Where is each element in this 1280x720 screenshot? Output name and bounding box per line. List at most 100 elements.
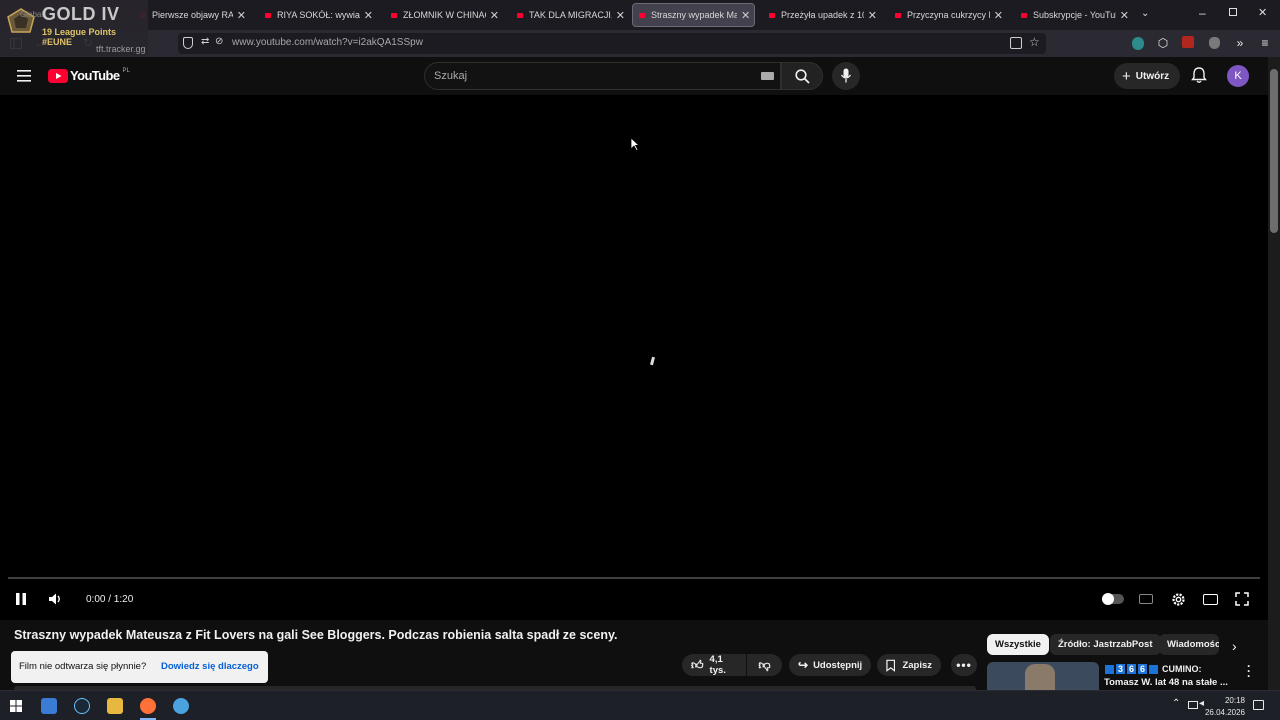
close-tab-icon[interactable]: ✕ <box>490 9 499 22</box>
close-tab-icon[interactable]: ✕ <box>237 9 246 22</box>
keyboard-icon[interactable] <box>761 72 774 80</box>
thumbnail-person <box>1025 664 1055 690</box>
rank-overlay-widget: Global GOLD IV 19 League Points #EUNE tf… <box>0 0 148 56</box>
browser-tab[interactable]: Pierwsze objawy RAKA P ✕ <box>134 3 246 27</box>
browser-tab-strip: Pierwsze objawy RAKA P ✕ RIYA SOKÓŁ: wyw… <box>0 0 1280 30</box>
task-view-icon[interactable] <box>41 698 57 714</box>
browser-tab-active[interactable]: Straszny wypadek Mate ✕ <box>632 3 755 27</box>
chip-news[interactable]: Wiadomości <box>1159 634 1219 655</box>
tab-label: RIYA SOKÓŁ: wywiad, pie <box>277 10 360 20</box>
close-tab-icon[interactable]: ✕ <box>1120 9 1129 22</box>
clock-date[interactable]: 26.04.2026 <box>1198 708 1245 717</box>
tab-label: Pierwsze objawy RAKA P <box>152 10 233 20</box>
volume-button[interactable] <box>46 591 64 607</box>
bookmark-icon <box>886 659 896 672</box>
settings-button[interactable] <box>1169 591 1187 607</box>
recommendation-thumbnail[interactable] <box>987 662 1099 690</box>
thumbs-up-icon: 👍︎ <box>691 657 704 672</box>
video-player[interactable]: 0:00 / 1:20 <box>0 95 1268 620</box>
recommendation-title-prefix: CUMINO: <box>1162 664 1202 674</box>
chips-next-chevron-icon[interactable]: › <box>1232 638 1237 654</box>
theater-mode-button[interactable] <box>1201 591 1219 607</box>
extension-shield-icon[interactable] <box>1132 37 1144 50</box>
search-button[interactable] <box>781 62 823 90</box>
tab-list-chevron-icon[interactable]: ⌄ <box>1141 8 1149 19</box>
save-label: Zapisz <box>902 659 932 671</box>
subtitles-icon <box>1139 594 1153 604</box>
share-button[interactable]: ↪ Udostępnij <box>789 654 871 676</box>
subtitles-button[interactable] <box>1137 591 1155 607</box>
notifications-bell-icon[interactable] <box>1191 67 1207 84</box>
network-icon[interactable] <box>1188 701 1198 709</box>
recommendation-title-line1[interactable]: 3 6 6 CUMINO: <box>1105 664 1202 674</box>
browser-tab[interactable]: Przyczyna cukrzycy NR1. ✕ <box>889 3 1003 27</box>
create-button[interactable]: + Utwórz <box>1114 63 1180 89</box>
page-scrollbar[interactable] <box>1268 57 1280 690</box>
app-icon[interactable] <box>173 698 189 714</box>
extension-privacy-icon[interactable] <box>1209 37 1220 49</box>
close-tab-icon[interactable]: ✕ <box>741 9 750 22</box>
like-button[interactable]: 👍︎ 4,1 tys. <box>682 654 746 676</box>
youtube-favicon-icon <box>1021 12 1027 18</box>
fullscreen-button[interactable] <box>1233 591 1251 607</box>
overflow-chevrons-icon[interactable]: » <box>1232 35 1248 51</box>
account-avatar[interactable]: K <box>1227 65 1249 87</box>
badge-minus-icon <box>1149 664 1159 674</box>
youtube-logo[interactable]: YouTube PL <box>48 68 130 83</box>
guide-menu-icon[interactable] <box>17 70 31 82</box>
chip-all[interactable]: Wszystkie <box>987 634 1049 655</box>
youtube-play-logo-icon <box>48 68 68 83</box>
dislike-button[interactable]: 👎︎ <box>747 654 782 676</box>
browser-tab[interactable]: RIYA SOKÓŁ: wywiad, pie ✕ <box>259 3 373 27</box>
windows-start-icon[interactable] <box>10 700 22 712</box>
tab-label: Przeżyła upadek z 10 000 <box>781 10 864 20</box>
more-actions-button[interactable]: ••• <box>951 654 977 676</box>
firefox-icon[interactable] <box>140 698 156 714</box>
reader-view-icon[interactable] <box>1010 37 1022 49</box>
minimize-window-icon[interactable]: – <box>1199 6 1206 20</box>
youtube-favicon-icon <box>639 12 645 18</box>
address-bar[interactable]: ⇄ ⊘ www.youtube.com/watch?v=i2akQA1SSpw … <box>178 33 1046 54</box>
badge-digit: 6 <box>1138 664 1148 674</box>
autoplay-toggle[interactable] <box>1101 591 1125 607</box>
recommendation-title-line2[interactable]: Tomasz W. lat 48 na stałe ... <box>1104 677 1228 688</box>
browser-tab[interactable]: Przeżyła upadek z 10 000 ✕ <box>763 3 877 27</box>
badge-digit: 6 <box>1127 664 1137 674</box>
scrollbar-thumb[interactable] <box>1270 69 1278 233</box>
search-input[interactable]: Szukaj <box>424 62 781 90</box>
like-count: 4,1 tys. <box>709 654 726 676</box>
browser-nav-bar: ← → ↻ ⇄ ⊘ www.youtube.com/watch?v=i2akQA… <box>0 30 1280 57</box>
browser-tab[interactable]: ZŁOMNIK W CHINACH # ✕ <box>385 3 499 27</box>
progress-bar[interactable] <box>8 577 1260 579</box>
permissions-icon[interactable]: ⇄ <box>201 36 209 47</box>
browser-tab[interactable]: Subskrypcje - YouTube ✕ <box>1015 3 1129 27</box>
tray-chevron-icon[interactable]: ⌃ <box>1172 698 1180 709</box>
close-tab-icon[interactable]: ✕ <box>364 9 373 22</box>
close-tab-icon[interactable]: ✕ <box>616 9 625 22</box>
voice-search-button[interactable] <box>832 62 860 90</box>
playback-issue-toast: Film nie odtwarza się płynnie? Dowiedz s… <box>11 651 268 683</box>
microphone-icon <box>840 68 852 83</box>
recommendation-menu-icon[interactable]: · · · <box>1247 660 1251 682</box>
app-menu-icon[interactable]: ≡ <box>1257 35 1273 51</box>
tracking-shield-icon[interactable] <box>183 37 193 49</box>
overlay-source: tft.tracker.gg <box>96 44 146 54</box>
notifications-center-icon[interactable] <box>1253 700 1264 710</box>
close-window-icon[interactable]: ✕ <box>1258 6 1267 19</box>
learn-why-link[interactable]: Dowiedz się dlaczego <box>161 661 259 672</box>
steam-icon[interactable] <box>74 698 90 714</box>
maximize-window-icon[interactable] <box>1229 8 1237 16</box>
close-tab-icon[interactable]: ✕ <box>868 9 877 22</box>
extension-badge-icon[interactable] <box>1182 36 1194 48</box>
file-explorer-icon[interactable] <box>107 698 123 714</box>
save-button[interactable]: Zapisz <box>877 654 941 676</box>
extensions-puzzle-icon[interactable]: ⬡ <box>1155 35 1171 51</box>
youtube-favicon-icon <box>391 12 397 18</box>
connection-icon[interactable]: ⊘ <box>215 36 223 47</box>
chip-source[interactable]: Źródło: JastrzabPost <box>1050 634 1161 655</box>
bookmark-star-icon[interactable]: ☆ <box>1029 35 1040 49</box>
close-tab-icon[interactable]: ✕ <box>994 9 1003 22</box>
pause-button[interactable] <box>12 591 30 607</box>
browser-tab[interactable]: TAK DLA MIGRACJI, NIE ✕ <box>511 3 625 27</box>
clock-time[interactable]: 20:18 <box>1211 696 1245 705</box>
